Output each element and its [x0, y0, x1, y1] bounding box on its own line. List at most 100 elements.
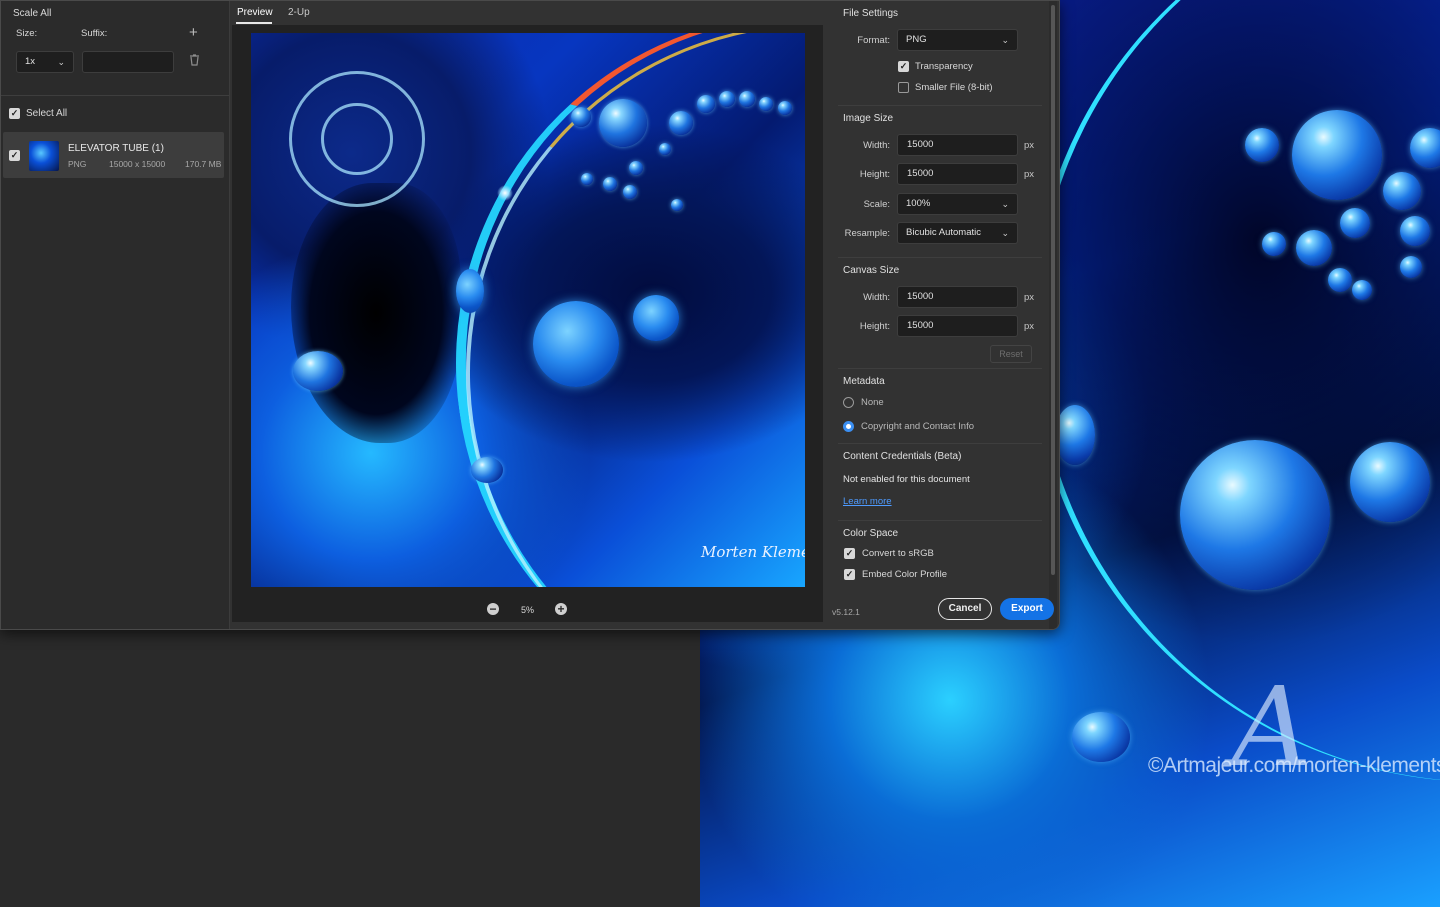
tab-preview[interactable]: Preview	[237, 7, 273, 18]
transparency-checkbox[interactable]: ✓	[898, 61, 909, 72]
chevron-down-icon: ⌄	[1001, 199, 1009, 209]
scale-select[interactable]: 100% ⌄	[897, 193, 1018, 215]
suffix-input[interactable]	[82, 51, 174, 73]
artwork-bubble	[671, 199, 683, 211]
artwork-bubble	[1245, 128, 1279, 162]
zoom-out-button[interactable]: −	[487, 603, 499, 615]
asset-dimensions: 15000 x 15000	[109, 159, 166, 169]
artwork-bubble	[1400, 256, 1422, 278]
active-tab-indicator	[236, 22, 272, 24]
metadata-copyright-radio[interactable]	[843, 421, 854, 432]
resample-select[interactable]: Bicubic Automatic ⌄	[897, 222, 1018, 244]
image-height-unit: px	[1024, 169, 1035, 180]
metadata-copyright-label[interactable]: Copyright and Contact Info	[861, 421, 974, 432]
convert-srgb-checkbox[interactable]: ✓	[844, 548, 855, 559]
chevron-down-icon: ⌄	[1001, 228, 1009, 238]
artwork-bubble	[293, 351, 343, 391]
select-all-checkbox[interactable]: ✓	[9, 108, 20, 119]
artwork-bubble	[471, 457, 503, 483]
size-select[interactable]: 1x ⌄	[16, 51, 74, 73]
divider	[838, 443, 1042, 444]
chevron-down-icon: ⌄	[1001, 35, 1009, 45]
size-label: Size:	[16, 28, 38, 39]
canvas-width-input[interactable]: 15000	[897, 286, 1018, 308]
resample-label: Resample:	[844, 228, 890, 239]
convert-srgb-label[interactable]: Convert to sRGB	[862, 548, 934, 559]
asset-thumbnail	[29, 141, 59, 171]
artwork-bubble	[1180, 440, 1330, 590]
embed-profile-label[interactable]: Embed Color Profile	[862, 569, 947, 580]
divider	[838, 520, 1042, 521]
artwork-bubble	[739, 91, 755, 107]
artwork-bubble	[1072, 712, 1130, 762]
asset-name: ELEVATOR TUBE (1)	[68, 143, 164, 154]
artwork-bubble	[1350, 442, 1430, 522]
asset-file-size: 170.7 MB	[185, 159, 222, 169]
canvas-width-label: Width:	[863, 292, 890, 303]
scale-label: Scale:	[863, 199, 890, 210]
artwork-disc	[533, 301, 619, 387]
embed-profile-checkbox[interactable]: ✓	[844, 569, 855, 580]
artwork-bubble	[1262, 232, 1286, 256]
asset-checkbox[interactable]: ✓	[9, 150, 20, 161]
asset-format: PNG	[68, 159, 87, 169]
learn-more-link[interactable]: Learn more	[843, 496, 892, 507]
divider	[838, 257, 1042, 258]
format-select[interactable]: PNG ⌄	[897, 29, 1018, 51]
artwork-ring	[321, 103, 393, 175]
content-credentials-status: Not enabled for this document	[843, 474, 970, 485]
divider	[1, 95, 229, 96]
artwork-bubble	[669, 111, 693, 135]
metadata-none-radio[interactable]	[843, 397, 854, 408]
add-scale-icon[interactable]: +	[189, 24, 198, 41]
trash-icon[interactable]	[189, 54, 200, 69]
image-width-unit: px	[1024, 140, 1035, 151]
artwork-bubble	[719, 91, 735, 107]
resample-select-value: Bicubic Automatic	[906, 227, 981, 238]
scale-select-value: 100%	[906, 198, 931, 209]
artwork-bubble	[1328, 268, 1352, 292]
metadata-none-label[interactable]: None	[861, 397, 884, 408]
artwork-bubble	[1292, 110, 1382, 200]
transparency-label[interactable]: Transparency	[915, 61, 973, 72]
chevron-down-icon: ⌄	[57, 57, 65, 67]
cancel-button[interactable]: Cancel	[938, 598, 992, 620]
canvas-width-unit: px	[1024, 292, 1035, 303]
format-select-value: PNG	[906, 34, 927, 45]
artwork-bubble	[571, 107, 591, 127]
artwork-bubble	[1340, 208, 1370, 238]
scale-all-label: Scale All	[13, 8, 52, 19]
image-height-input[interactable]: 15000	[897, 163, 1018, 185]
export-as-dialog: Scale All Size: Suffix: + 1x ⌄ ✓ Select …	[0, 0, 1060, 630]
artwork-bubble	[629, 161, 643, 175]
watermark-text: ©Artmajeur.com/morten-klementsen	[1148, 754, 1440, 777]
image-width-label: Width:	[863, 140, 890, 151]
file-settings-title: File Settings	[843, 8, 899, 19]
canvas-height-input[interactable]: 15000	[897, 315, 1018, 337]
canvas-height-label: Height:	[859, 321, 890, 332]
zoom-level: 5%	[521, 605, 535, 615]
asset-panel: Scale All Size: Suffix: + 1x ⌄ ✓ Select …	[1, 1, 230, 629]
version-label: v5.12.1	[832, 607, 860, 617]
tab-2-up[interactable]: 2-Up	[288, 7, 310, 18]
settings-scrollbar-thumb[interactable]	[1051, 5, 1055, 575]
smaller-file-checkbox[interactable]	[898, 82, 909, 93]
artwork-bubble	[599, 99, 647, 147]
artwork-bubble	[1383, 172, 1421, 210]
zoom-in-button[interactable]: +	[555, 603, 567, 615]
reset-button[interactable]: Reset	[990, 345, 1032, 363]
artwork-bubble	[697, 95, 715, 113]
canvas-height-unit: px	[1024, 321, 1035, 332]
select-all-label[interactable]: Select All	[26, 108, 67, 119]
color-space-title: Color Space	[843, 528, 899, 539]
smaller-file-label[interactable]: Smaller File (8-bit)	[915, 82, 993, 93]
canvas-size-title: Canvas Size	[843, 265, 900, 276]
image-width-input[interactable]: 15000	[897, 134, 1018, 156]
divider	[838, 105, 1042, 106]
metadata-title: Metadata	[843, 376, 885, 387]
artwork-disc	[633, 295, 679, 341]
export-button[interactable]: Export	[1000, 598, 1054, 620]
preview-image[interactable]: Morten Klementsen	[251, 33, 805, 587]
artist-signature: Morten Klementsen	[701, 543, 805, 561]
artwork-bubble	[1055, 405, 1095, 465]
